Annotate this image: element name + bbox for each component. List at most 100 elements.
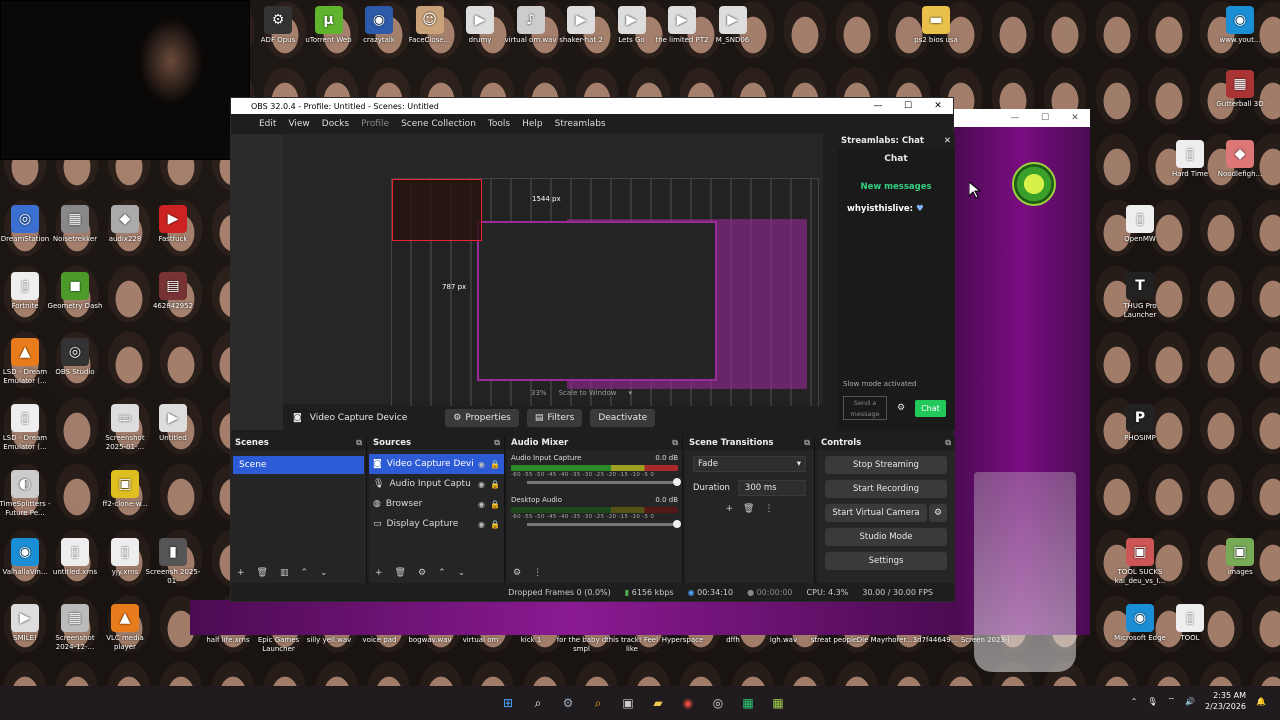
eye-icon[interactable]: ◉	[478, 500, 485, 509]
arrow-up-icon[interactable]: ⌃	[301, 568, 309, 578]
volume-icon[interactable]: 🔊	[1185, 697, 1195, 706]
gear-icon[interactable]: ⚙	[929, 504, 947, 522]
obs-icon[interactable]: ◎	[708, 693, 728, 713]
chat-send-button[interactable]: Chat	[915, 399, 946, 417]
windows-start-icon[interactable]: ⊞	[498, 693, 518, 713]
eye-icon[interactable]: ◉	[478, 460, 485, 469]
zoom-level[interactable]: 33%	[531, 389, 547, 397]
popout-icon[interactable]: ⧉	[494, 438, 500, 448]
desktop-icon[interactable]: ◎ OBS Studio	[45, 338, 105, 377]
popout-icon[interactable]: ⧉	[804, 438, 810, 448]
lock-icon[interactable]: 🔒	[490, 520, 500, 529]
more-icon[interactable]: ⋮	[764, 504, 773, 514]
notification-icon[interactable]: 🔔	[1256, 697, 1266, 706]
desktop-icon[interactable]: ▯ OpenMW	[1110, 205, 1170, 244]
popout-icon[interactable]: ⧉	[356, 438, 362, 448]
source-item[interactable]: ◍ Browser ◉ 🔒	[369, 494, 504, 514]
lock-icon[interactable]: 🔒	[490, 500, 500, 509]
chrome-icon[interactable]: ◉	[678, 693, 698, 713]
duration-input[interactable]: 300 ms	[737, 480, 806, 496]
search-icon[interactable]: ⌕	[528, 693, 548, 713]
source-item[interactable]: ▭ Display Capture ◉ 🔒	[369, 514, 504, 534]
desktop-icon[interactable]: ▲ VLC media player	[95, 604, 155, 652]
arrow-up-icon[interactable]: ⌃	[438, 568, 446, 578]
eye-icon[interactable]: ◉	[478, 480, 485, 489]
menu-help[interactable]: Help	[522, 119, 543, 129]
popout-icon[interactable]: ⧉	[672, 438, 678, 448]
terminal-icon[interactable]: ▣	[618, 693, 638, 713]
selected-source-box[interactable]	[392, 179, 482, 241]
transition-select[interactable]: Fade ▾	[693, 456, 806, 472]
studio-mode-button[interactable]: Studio Mode	[825, 528, 947, 546]
popout-icon[interactable]: ⧉	[945, 438, 951, 448]
desktop-icon[interactable]: ▯ LSD - Dream Emulator (...	[0, 404, 55, 452]
trash-icon[interactable]: 🗑	[257, 568, 268, 578]
desktop-icon[interactable]: T THUG Pro Launcher	[1110, 272, 1170, 320]
desktop-icon[interactable]: ▬ ps2 bios usa	[906, 6, 966, 45]
chevron-down-icon[interactable]: ▾	[628, 389, 632, 397]
desktop-icon[interactable]: ▶ Untitled	[143, 404, 203, 443]
minimize-icon[interactable]: —	[1000, 109, 1030, 127]
mic-icon[interactable]: 🎙	[1147, 697, 1157, 706]
close-icon[interactable]: ✕	[923, 101, 953, 111]
gear-icon[interactable]: ⚙	[418, 568, 426, 578]
maximize-icon[interactable]: ☐	[1030, 109, 1060, 127]
eye-icon[interactable]: ◉	[478, 520, 485, 529]
menu-scene-collection[interactable]: Scene Collection	[401, 119, 476, 129]
desktop-icon[interactable]: ▣ TOOL SUCKS kai_deu_vs_I...	[1110, 538, 1170, 586]
desktop-icon[interactable]: ▣ images	[1210, 538, 1270, 577]
app2-icon[interactable]: ▦	[768, 693, 788, 713]
menu-tools[interactable]: Tools	[488, 119, 510, 129]
new-messages-banner[interactable]: New messages	[837, 182, 955, 192]
desktop-icon[interactable]: ◼ Geometry Dash	[45, 272, 105, 311]
clock[interactable]: 2:35 AM 2/23/2026	[1205, 690, 1246, 712]
gear-icon[interactable]: ⚙	[897, 403, 905, 413]
desktop-icon[interactable]: ◐ TimeSplitters - Future Pe...	[0, 470, 55, 518]
desktop-icon[interactable]: ▤ 462842952	[143, 272, 203, 311]
arrow-down-icon[interactable]: ⌄	[458, 568, 466, 578]
settings-icon[interactable]: ⚙	[558, 693, 578, 713]
program-preview[interactable]: 1544 px 787 px	[391, 178, 819, 418]
trash-icon[interactable]: 🗑	[743, 504, 754, 514]
search-app-icon[interactable]: ⌕	[588, 693, 608, 713]
scene-item[interactable]: Scene	[233, 456, 364, 474]
filters-button[interactable]: ▤ Filters	[526, 409, 583, 427]
desktop-icon[interactable]: ◆ Noodlefigh...	[1210, 140, 1270, 179]
preview-area[interactable]: 1544 px 787 px	[283, 134, 823, 418]
settings-button[interactable]: Settings	[825, 552, 947, 570]
desktop-icon[interactable]: ▮ Screensh 2025-01-	[143, 538, 203, 586]
source-item[interactable]: 🎙 Audio Input Captu ◉ 🔒	[369, 474, 504, 494]
wifi-icon[interactable]: ⌔	[1168, 696, 1176, 706]
filter-icon[interactable]: ▥	[280, 568, 289, 578]
menu-docks[interactable]: Docks	[322, 119, 349, 129]
minimize-icon[interactable]: —	[863, 101, 893, 111]
more-icon[interactable]: ⋮	[533, 568, 542, 578]
desktop-icon[interactable]: ◉ www.yout...	[1210, 6, 1270, 45]
properties-button[interactable]: ⚙ Properties	[445, 409, 519, 427]
arrow-down-icon[interactable]: ⌄	[320, 568, 328, 578]
chat-input[interactable]: Send a message	[843, 396, 887, 420]
add-icon[interactable]: +	[237, 568, 245, 578]
lock-icon[interactable]: 🔒	[490, 460, 500, 469]
source-item[interactable]: ◙ Video Capture Devi ◉ 🔒	[369, 454, 504, 474]
menu-view[interactable]: View	[288, 119, 309, 129]
start-recording-button[interactable]: Start Recording	[825, 480, 947, 498]
desktop-icon[interactable]: ▯ TOOL	[1160, 604, 1220, 643]
stop-streaming-button[interactable]: Stop Streaming	[825, 456, 947, 474]
close-icon[interactable]: ✕	[944, 136, 951, 146]
desktop-icon[interactable]: P PHOSIMP	[1110, 404, 1170, 443]
add-icon[interactable]: +	[375, 568, 383, 578]
gear-icon[interactable]: ⚙	[513, 568, 521, 578]
menu-streamlabs[interactable]: Streamlabs	[555, 119, 606, 129]
volume-slider[interactable]	[527, 478, 681, 486]
folder-icon[interactable]: ▰	[648, 693, 668, 713]
desktop-icon[interactable]: ▶ M_SND06	[703, 6, 763, 45]
deactivate-button[interactable]: Deactivate	[590, 409, 656, 427]
desktop-icon[interactable]: ▦ Gutterball 3D	[1210, 70, 1270, 109]
maximize-icon[interactable]: ☐	[893, 101, 923, 111]
start-virtual-camera-button[interactable]: Start Virtual Camera	[825, 504, 927, 522]
menu-edit[interactable]: Edit	[259, 119, 276, 129]
close-icon[interactable]: ✕	[1060, 109, 1090, 127]
chevron-up-icon[interactable]: ⌃	[1131, 697, 1138, 706]
app-icon[interactable]: ▦	[738, 693, 758, 713]
